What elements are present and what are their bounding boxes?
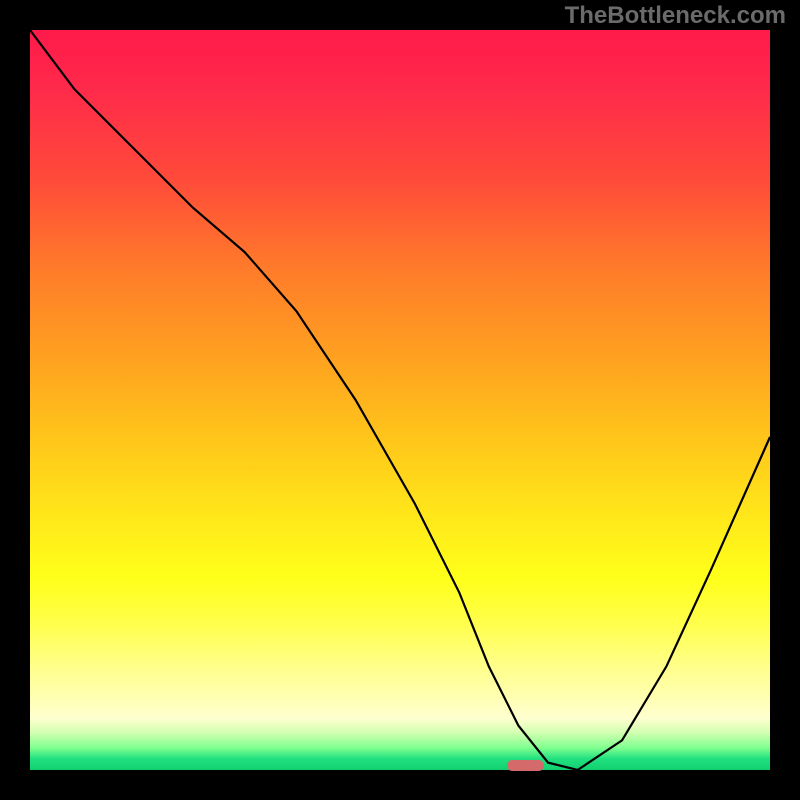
chart-container: TheBottleneck.com [0,0,800,800]
plot-area [30,30,770,770]
gradient-background [30,30,770,770]
watermark-text: TheBottleneck.com [565,2,786,30]
optimal-marker [507,760,544,770]
